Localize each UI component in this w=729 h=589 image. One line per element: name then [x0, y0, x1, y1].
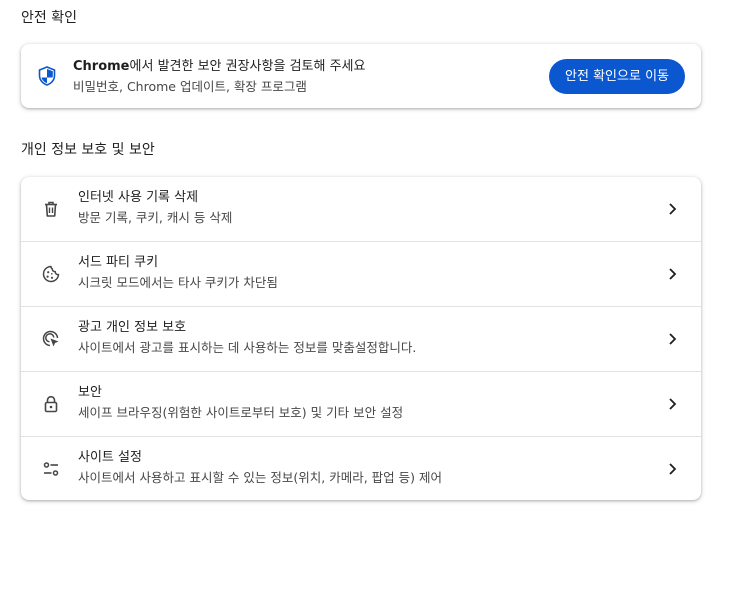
safety-check-subtitle: 비밀번호, Chrome 업데이트, 확장 프로그램 [73, 79, 307, 94]
trash-icon [41, 199, 61, 219]
row-title: 사이트 설정 [78, 450, 142, 465]
row-subtitle: 세이프 브라우징(위험한 사이트로부터 보호) 및 기타 보안 설정 [78, 405, 404, 420]
row-subtitle: 사이트에서 광고를 표시하는 데 사용하는 정보를 맞춤설정합니다. [78, 340, 417, 355]
go-to-safety-check-button[interactable]: 안전 확인으로 이동 [549, 59, 685, 94]
lock-icon [41, 394, 61, 414]
row-title: 보안 [78, 385, 102, 400]
row-third-party-cookies[interactable]: 서드 파티 쿠키 시크릿 모드에서는 타사 쿠키가 차단됨 [21, 241, 701, 307]
safety-check-title-rest: 에서 발견한 보안 권장사항을 검토해 주세요 [129, 59, 366, 74]
safety-check-title: Chrome에서 발견한 보안 권장사항을 검토해 주세요 [73, 57, 365, 77]
row-subtitle: 시크릿 모드에서는 타사 쿠키가 차단됨 [78, 275, 278, 290]
chevron-right-icon [663, 395, 681, 413]
row-security[interactable]: 보안 세이프 브라우징(위험한 사이트로부터 보호) 및 기타 보안 설정 [21, 371, 701, 437]
row-subtitle: 방문 기록, 쿠키, 캐시 등 삭제 [78, 210, 233, 225]
chevron-right-icon [663, 330, 681, 348]
ad-privacy-icon [41, 329, 61, 349]
row-title: 광고 개인 정보 보호 [78, 320, 187, 335]
safety-check-card: Chrome에서 발견한 보안 권장사항을 검토해 주세요 비밀번호, Chro… [21, 44, 701, 108]
cookie-icon [41, 264, 61, 284]
privacy-security-card: 인터넷 사용 기록 삭제 방문 기록, 쿠키, 캐시 등 삭제 서드 파티 쿠키… [21, 177, 701, 500]
chevron-right-icon [663, 265, 681, 283]
privacy-security-heading: 개인 정보 보호 및 보안 [21, 142, 155, 158]
row-ad-privacy[interactable]: 광고 개인 정보 보호 사이트에서 광고를 표시하는 데 사용하는 정보를 맞춤… [21, 306, 701, 372]
row-subtitle: 사이트에서 사용하고 표시할 수 있는 정보(위치, 카메라, 팝업 등) 제어 [78, 470, 442, 485]
safety-check-text: Chrome에서 발견한 보안 권장사항을 검토해 주세요 비밀번호, Chro… [73, 57, 365, 97]
chevron-right-icon [663, 460, 681, 478]
row-clear-browsing-data[interactable]: 인터넷 사용 기록 삭제 방문 기록, 쿠키, 캐시 등 삭제 [21, 177, 701, 242]
shield-icon [38, 66, 56, 86]
chevron-right-icon [663, 200, 681, 218]
safety-check-heading: 안전 확인 [21, 10, 77, 26]
chrome-brand-text: Chrome [73, 59, 130, 74]
row-title: 인터넷 사용 기록 삭제 [78, 190, 199, 205]
row-title: 서드 파티 쿠키 [78, 255, 159, 270]
row-site-settings[interactable]: 사이트 설정 사이트에서 사용하고 표시할 수 있는 정보(위치, 카메라, 팝… [21, 436, 701, 502]
sliders-icon [41, 459, 61, 479]
